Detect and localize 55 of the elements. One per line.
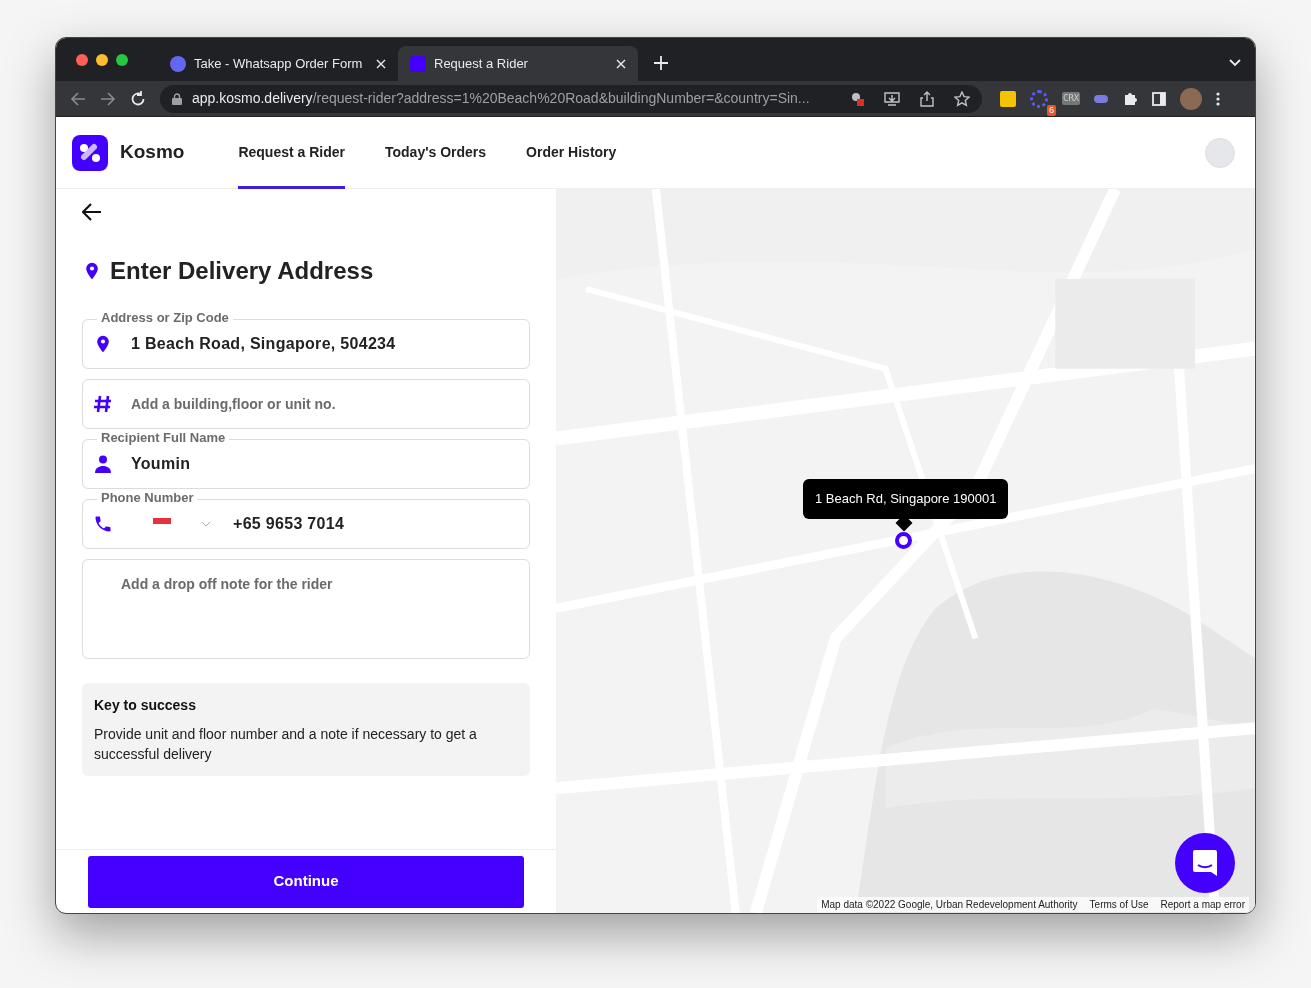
unit-field[interactable]: Add a building,floor or unit no. (82, 379, 530, 429)
address-bar[interactable]: app.kosmo.delivery/request-rider?address=1%20Beach%20Road&buildingNumber=&country=Sin... (160, 84, 982, 113)
browser-tab[interactable]: Request a Rider (398, 46, 638, 81)
back-arrow-icon[interactable] (82, 203, 102, 221)
url-text: app.kosmo.delivery/request-rider?address=1%20Beach%20Road&buildingNumber=&country=Sin... (192, 89, 811, 108)
favicon-icon (170, 55, 186, 72)
close-window-button[interactable] (76, 53, 88, 66)
puzzle-icon[interactable] (1122, 90, 1139, 107)
text-input[interactable]: Add a building,floor or unit no. (131, 393, 519, 415)
field-label: Recipient Full Name (97, 430, 230, 446)
field-label: Address or Zip Code (97, 310, 233, 326)
close-icon[interactable] (616, 58, 626, 69)
close-icon[interactable] (376, 58, 386, 69)
map-attribution: Map data ©2022 Google, Urban Redevelopment Authority (821, 898, 1078, 912)
note-field[interactable]: Add a drop off note for the rider (82, 559, 530, 659)
map-link[interactable]: Terms of Use (1089, 897, 1149, 912)
star-icon[interactable] (954, 90, 970, 107)
nav-tab[interactable]: Request a Rider (238, 116, 345, 189)
map-link[interactable]: Report a map error (1160, 897, 1245, 912)
nav-tab[interactable]: Order History (526, 116, 617, 189)
maximize-window-button[interactable] (116, 53, 128, 66)
tip-text: Provide unit and floor number and a note if necessary to get a successful delivery (94, 725, 478, 764)
page-title: Enter Delivery Address (110, 256, 374, 286)
new-tab-icon[interactable] (654, 56, 668, 70)
chevron-down-icon[interactable] (1229, 59, 1241, 67)
favicon-icon (410, 55, 426, 72)
lock-icon (172, 92, 182, 105)
person-icon (93, 454, 113, 474)
side-panel-icon[interactable] (1152, 91, 1167, 106)
logo-icon (72, 134, 108, 171)
continue-button[interactable]: Continue (88, 855, 524, 908)
brand-name: Kosmo (120, 140, 185, 165)
more-icon[interactable] (1216, 91, 1221, 106)
minimize-window-button[interactable] (96, 53, 108, 66)
share-icon[interactable] (920, 90, 934, 107)
nav-tab[interactable]: Today's Orders (385, 116, 487, 189)
text-input[interactable]: +65 9653 7014 (233, 512, 519, 536)
map-tooltip: 1 Beach Rd, Singapore 190001 (803, 479, 1009, 519)
location-blocked-icon[interactable] (850, 91, 864, 106)
back-icon[interactable] (70, 90, 86, 107)
chevron-down-icon (201, 520, 211, 528)
reload-icon[interactable] (130, 90, 146, 107)
chat-icon (1192, 849, 1218, 877)
avatar[interactable] (1180, 87, 1203, 110)
phone-icon (93, 514, 113, 534)
extension-icon[interactable] (1094, 94, 1109, 103)
forward-icon[interactable] (100, 90, 116, 107)
text-input[interactable]: 1 Beach Road, Singapore, 504234 (131, 332, 519, 356)
tip-title: Key to success (94, 696, 197, 715)
hash-icon (93, 394, 113, 414)
install-icon[interactable] (884, 91, 900, 106)
notification-badge: 6 (1047, 104, 1056, 116)
text-input[interactable]: Youmin (131, 452, 519, 476)
browser-tab[interactable]: Take - Whatsapp Order Form (158, 46, 398, 81)
extension-icon[interactable] (1000, 90, 1016, 107)
